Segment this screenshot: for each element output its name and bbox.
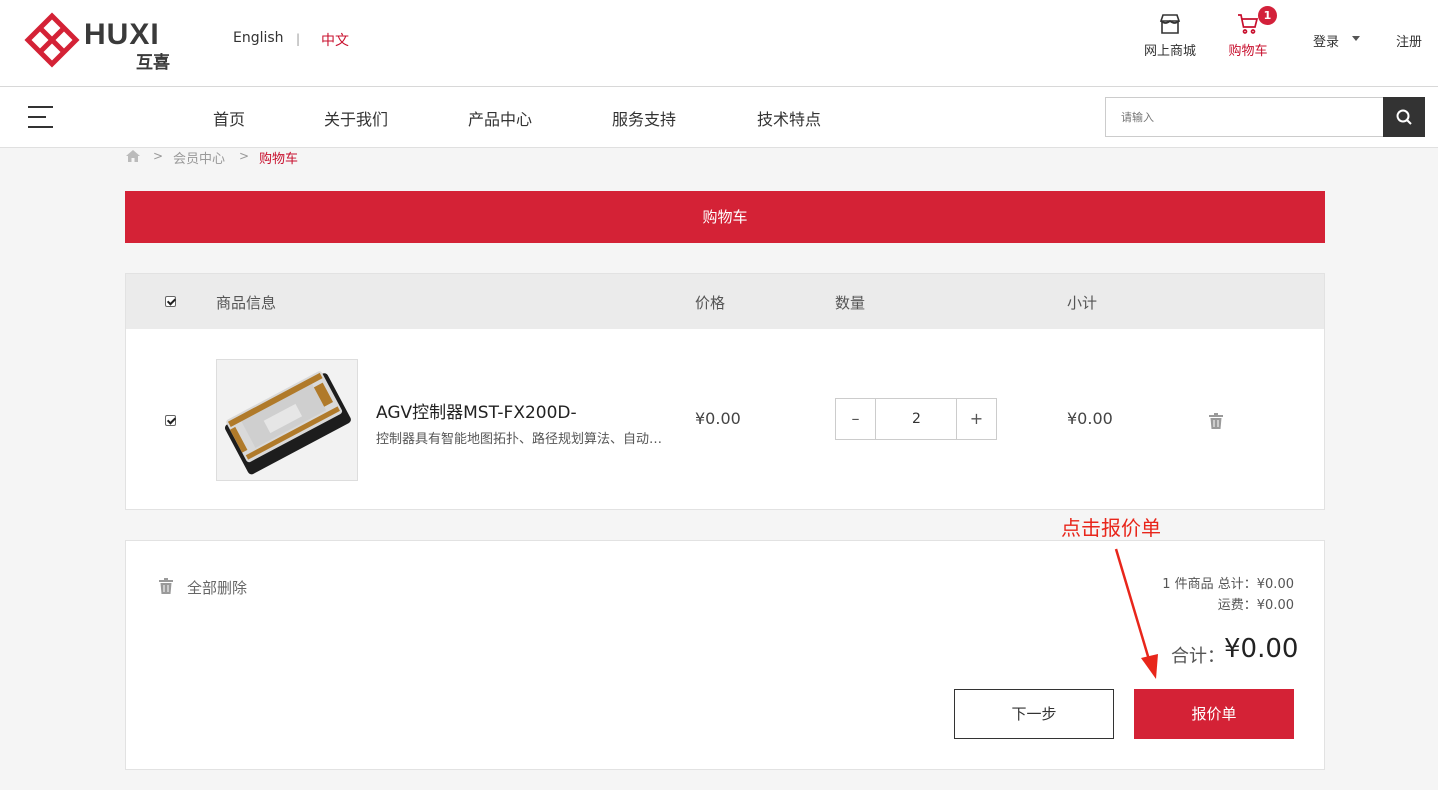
shipping-fee: 运费：¥0.00 bbox=[1217, 598, 1294, 613]
trash-icon[interactable] bbox=[1209, 413, 1223, 429]
grand-total-value: ¥0.00 bbox=[1224, 634, 1299, 664]
quantity-stepper: – 2 + bbox=[835, 398, 997, 440]
product-price: ¥0.00 bbox=[695, 409, 741, 428]
breadcrumb-cart: 购物车 bbox=[259, 152, 299, 167]
search-icon bbox=[1396, 109, 1412, 125]
product-description: 控制器具有智能地图拓扑、路径规划算法、自动… bbox=[376, 432, 663, 447]
cart-table: 商品信息 价格 数量 小计 AGV控制器MST-FX200D- 控制器具有智能地… bbox=[125, 273, 1325, 510]
cart-label: 购物车 bbox=[1228, 44, 1268, 59]
header-quantity: 数量 bbox=[835, 294, 866, 312]
logo-text: HUXI bbox=[84, 18, 160, 51]
header-price: 价格 bbox=[695, 294, 726, 312]
nav-home[interactable]: 首页 bbox=[213, 106, 245, 130]
home-icon[interactable] bbox=[125, 149, 141, 163]
chevron-down-icon[interactable] bbox=[1352, 36, 1360, 41]
product-name[interactable]: AGV控制器MST-FX200D- bbox=[376, 398, 577, 423]
trash-icon bbox=[159, 578, 173, 594]
register-link[interactable]: 注册 bbox=[1396, 31, 1422, 50]
lang-english-link[interactable]: English bbox=[233, 30, 284, 46]
online-mall-link[interactable]: 网上商城 bbox=[1138, 12, 1202, 59]
delete-all-label: 全部删除 bbox=[187, 579, 248, 597]
nav-products[interactable]: 产品中心 bbox=[468, 106, 532, 130]
login-dropdown[interactable]: 登录 bbox=[1313, 31, 1339, 50]
grand-total-label: 合计： bbox=[1171, 646, 1225, 667]
logo-subtitle: 互喜 bbox=[136, 53, 170, 73]
search-button[interactable] bbox=[1383, 97, 1425, 137]
lang-separator: | bbox=[296, 32, 301, 46]
next-step-button[interactable]: 下一步 bbox=[954, 689, 1114, 739]
lang-chinese-link[interactable]: 中文 bbox=[321, 30, 349, 50]
main-nav: 首页 关于我们 产品中心 服务支持 技术特点 bbox=[0, 87, 1438, 148]
online-mall-label: 网上商城 bbox=[1143, 44, 1196, 59]
quantity-increase-button[interactable]: + bbox=[956, 399, 996, 439]
table-header: 商品信息 价格 数量 小计 bbox=[126, 274, 1324, 329]
nav-about[interactable]: 关于我们 bbox=[324, 106, 388, 130]
huxi-logo[interactable]: HUXI 互喜 bbox=[24, 12, 184, 73]
row-subtotal: ¥0.00 bbox=[1067, 409, 1113, 428]
menu-icon[interactable] bbox=[28, 106, 53, 128]
cart-icon bbox=[1238, 14, 1259, 34]
header-product-info: 商品信息 bbox=[216, 294, 277, 312]
page-title: 购物车 bbox=[125, 191, 1325, 243]
store-icon bbox=[1159, 14, 1181, 34]
nav-support[interactable]: 服务支持 bbox=[612, 106, 676, 130]
agv-controller-image bbox=[217, 360, 357, 480]
breadcrumb-member-center[interactable]: 会员中心 bbox=[173, 148, 225, 167]
huxi-logo-mark-icon bbox=[24, 12, 80, 68]
cart-link[interactable]: 购物车 1 bbox=[1222, 6, 1277, 59]
quantity-input[interactable]: 2 bbox=[877, 399, 956, 439]
row-checkbox[interactable] bbox=[165, 415, 176, 426]
breadcrumb-separator: > bbox=[153, 149, 164, 163]
quotation-button[interactable]: 报价单 bbox=[1134, 689, 1294, 739]
header-subtotal: 小计 bbox=[1067, 294, 1098, 312]
top-header: HUXI 互喜 English | 中文 网上商城 购物车 1 登录 注册 bbox=[0, 0, 1438, 87]
product-image[interactable] bbox=[216, 359, 358, 481]
breadcrumb-separator: > bbox=[239, 149, 250, 163]
search-input[interactable] bbox=[1105, 97, 1384, 137]
cart-count-badge: 1 bbox=[1258, 6, 1277, 25]
annotation-arrow-icon bbox=[1114, 548, 1158, 679]
nav-tech[interactable]: 技术特点 bbox=[757, 106, 821, 130]
item-count-total: 1 件商品 总计：¥0.00 bbox=[1162, 577, 1294, 592]
quantity-decrease-button[interactable]: – bbox=[836, 399, 876, 439]
select-all-checkbox[interactable] bbox=[165, 296, 176, 307]
